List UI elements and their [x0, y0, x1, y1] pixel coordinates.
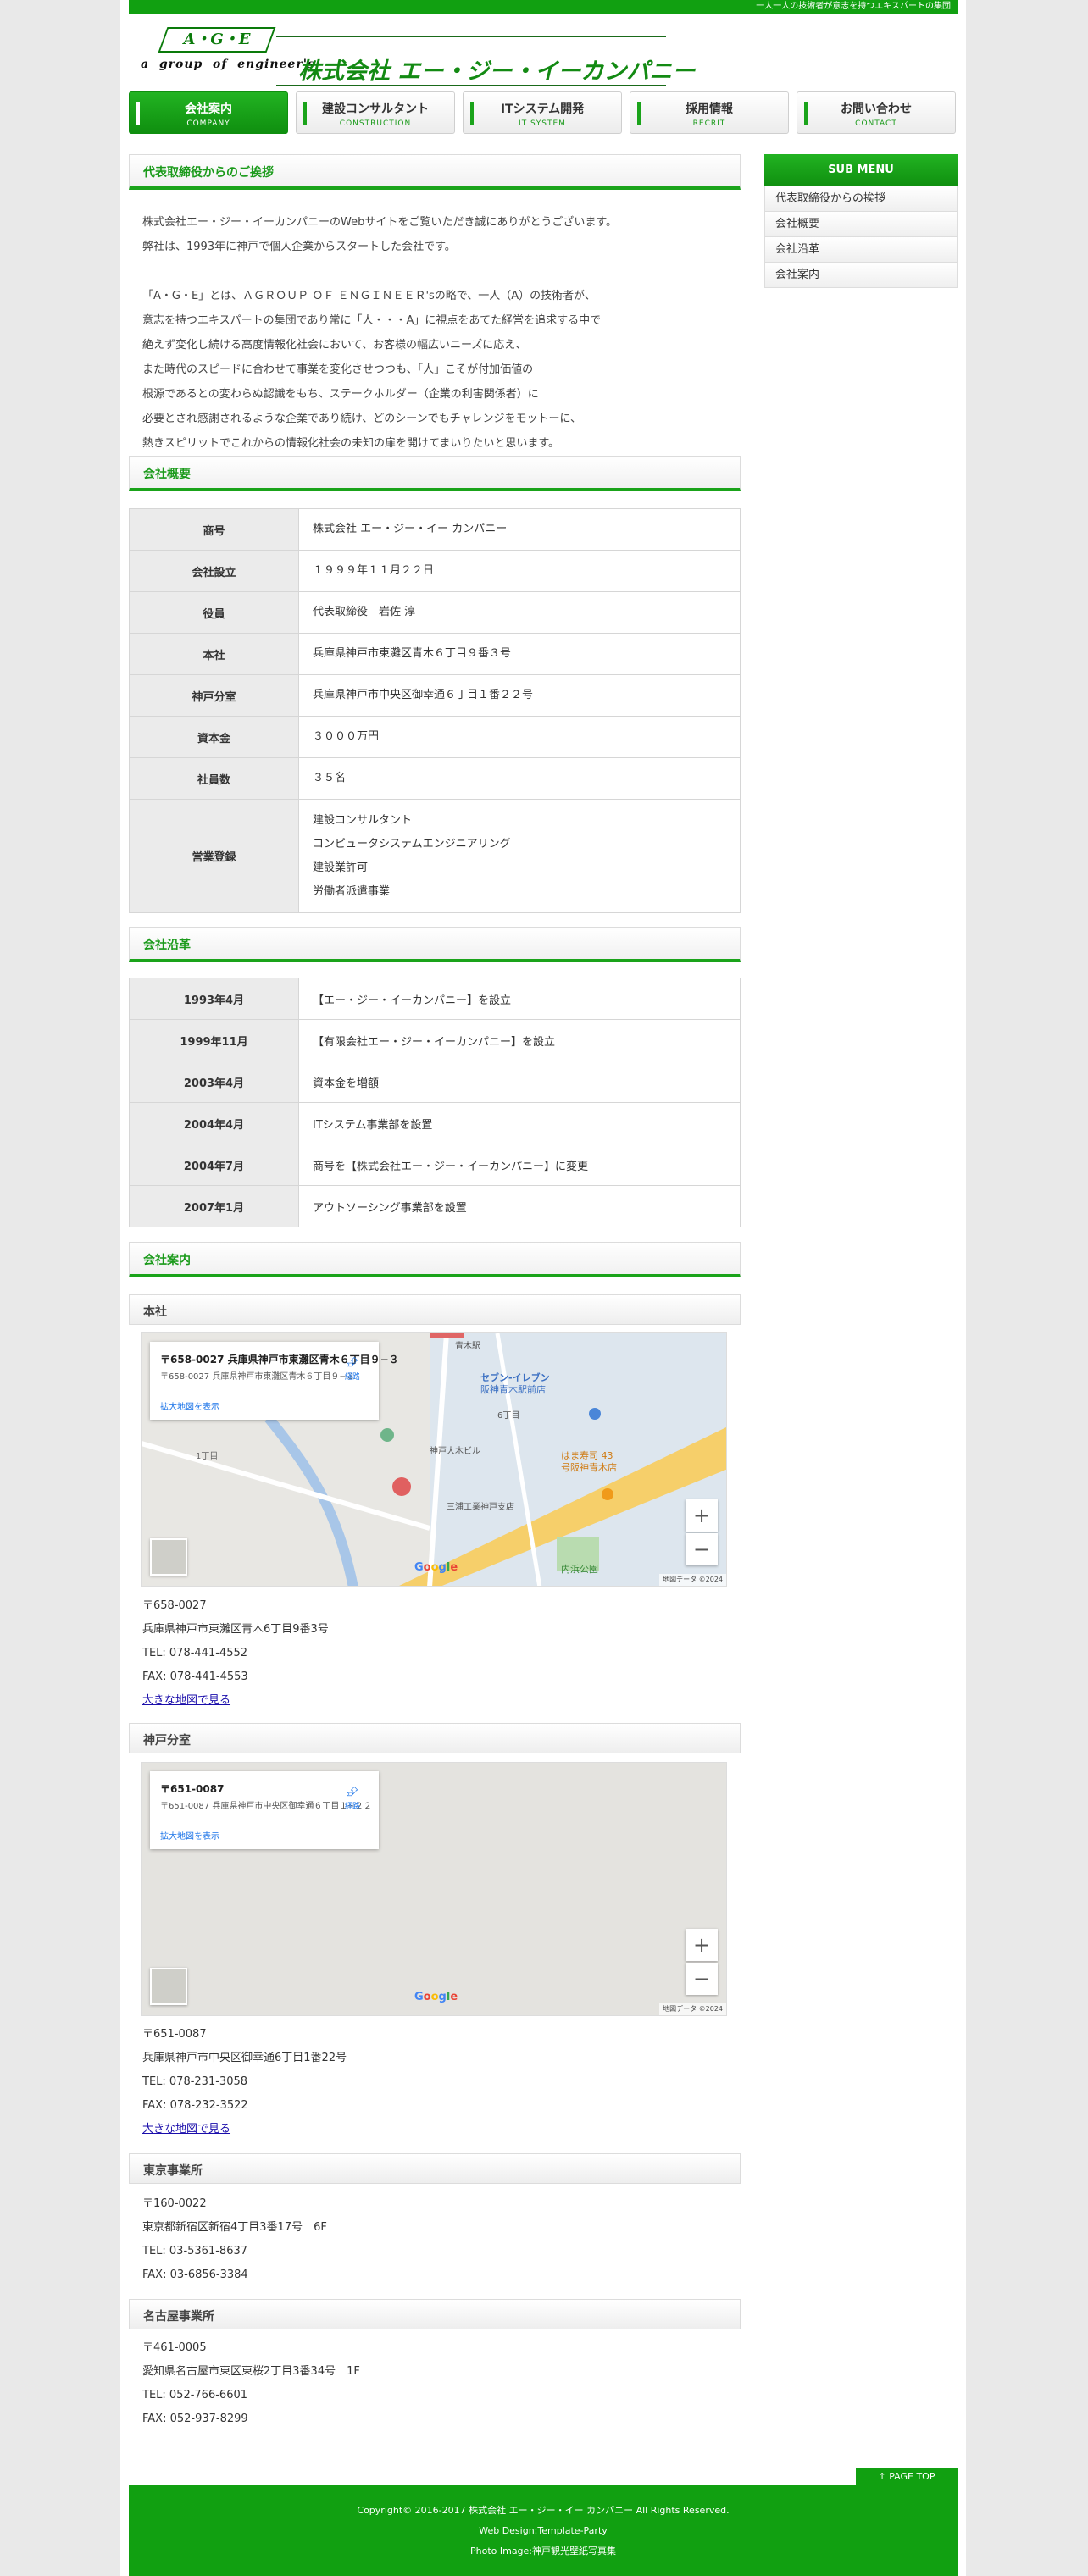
nav-recruit[interactable]: 採用情報 RECRIT: [630, 91, 789, 134]
table-row: 2004年4月 ITシステム事業部を設置: [129, 1102, 741, 1144]
map-label: 三浦工業神戸支店: [447, 1503, 514, 1512]
section-heading-overview: 会社概要: [129, 456, 741, 491]
table-row: 2003年4月 資本金を増額: [129, 1061, 741, 1103]
greeting-text: 株式会社エー・ジー・イーカンパニーのWebサイトをご覧いただき誠にありがとうござ…: [142, 216, 618, 450]
logo-rule-bottom: [276, 85, 666, 86]
table-row: 社員数 ３５名: [129, 757, 741, 800]
sub-menu-item-greeting[interactable]: 代表取締役からの挨拶: [764, 186, 958, 212]
zoom-out-button[interactable]: −: [686, 1533, 718, 1565]
nav-construction[interactable]: 建設コンサルタント CONSTRUCTION: [296, 91, 455, 134]
subheading-hq: 本社: [129, 1294, 741, 1325]
map-info-card: 〒658-0027 兵庫県神戸市東灘区青木６丁目９−３ 〒658-0027 兵庫…: [150, 1342, 399, 1420]
sub-menu-item-offices[interactable]: 会社案内: [764, 263, 958, 288]
directions-icon[interactable]: ⮵ 経路: [341, 1354, 364, 1382]
map-hq[interactable]: セブン-イレブン 阪神青木駅前店 青木駅 6丁目 はま寿司 43 号阪神青木店 …: [141, 1332, 727, 1587]
map-info-card: 〒651-0087 〒651-0087 兵庫県神戸市中央区御幸通６丁目１−２２ …: [150, 1771, 379, 1849]
table-row: 2007年1月 アウトソーシング事業部を設置: [129, 1185, 741, 1227]
nav-it-system[interactable]: ITシステム開発 IT SYSTEM: [463, 91, 622, 134]
subheading-nagoya: 名古屋事業所: [129, 2299, 741, 2329]
google-logo: Google: [414, 1991, 458, 2003]
design-credit[interactable]: Web Design:Template-Party: [129, 2521, 958, 2541]
section-heading-greeting: 代表取締役からのご挨拶: [129, 154, 741, 190]
kobe-large-map-link[interactable]: 大きな地図で見る: [142, 2123, 230, 2136]
map-label: 阪神青木駅前店: [480, 1384, 546, 1395]
site-logo[interactable]: A・G・E a group of engineer's 株式会社 エー・ジー・イ…: [141, 24, 695, 86]
map-type-toggle[interactable]: [150, 1968, 187, 2005]
logo-subtitle: a group of engineer's: [141, 58, 315, 71]
table-row: 営業登録 建設コンサルタント コンピュータシステムエンジニアリング 建設業許可 労働者…: [129, 799, 741, 913]
sub-menu-item-overview[interactable]: 会社概要: [764, 212, 958, 237]
kobe-address-block: 〒651-0087 兵庫県神戸市中央区御幸通6丁目1番22号 TEL: 078-…: [142, 2028, 347, 2136]
google-logo: Google: [414, 1561, 458, 1574]
table-row: 神戸分室 兵庫県神戸市中央区御幸通６丁目１番２２号: [129, 674, 741, 717]
history-table: 1993年4月 【エー・ジー・イーカンパニー】を設立 1999年11月 【有限会社エ…: [129, 978, 741, 1227]
tokyo-address-block: 〒160-0022 東京都新宿区新宿4丁目3番17号 6F TEL: 03-53…: [142, 2197, 327, 2281]
map-label: 号阪神青木店: [561, 1462, 617, 1473]
table-row: 1999年11月 【有限会社エー・ジー・イーカンパニー】を設立: [129, 1019, 741, 1061]
subheading-tokyo: 東京事業所: [129, 2153, 741, 2184]
subheading-kobe: 神戸分室: [129, 1723, 741, 1753]
hq-large-map-link[interactable]: 大きな地図で見る: [142, 1694, 230, 1707]
photo-credit[interactable]: Photo Image:神戸観光壁紙写真集: [129, 2541, 958, 2562]
zoom-in-button[interactable]: +: [686, 1929, 718, 1961]
directions-icon[interactable]: ⮵ 経路: [341, 1783, 364, 1811]
hq-address-block: 〒658-0027 兵庫県神戸市東灘区青木6丁目9番3号 TEL: 078-44…: [142, 1599, 329, 1707]
overview-table: 商号 株式会社 エー・ジー・イー カンパニー 会社設立 １９９９年１１月２２日 役員…: [129, 508, 741, 913]
map-label: 6丁目: [497, 1411, 520, 1421]
map-label: 内浜公園: [561, 1564, 598, 1575]
table-row: 1993年4月 【エー・ジー・イーカンパニー】を設立: [129, 978, 741, 1020]
table-row: 役員 代表取締役 岩佐 淳: [129, 591, 741, 634]
map-enlarge-link[interactable]: 拡大地図を表示: [160, 1399, 219, 1412]
map-label: 1丁目: [196, 1452, 219, 1461]
global-nav: 会社案内 COMPANY 建設コンサルタント CONSTRUCTION ITシス…: [129, 91, 958, 136]
nav-contact[interactable]: お問い合わせ CONTACT: [797, 91, 956, 134]
section-heading-history: 会社沿革: [129, 927, 741, 962]
map-type-toggle[interactable]: [150, 1538, 187, 1576]
footer: Copyright© 2016-2017 株式会社 エー・ジー・イー カンパニー…: [129, 2485, 958, 2576]
map-enlarge-link[interactable]: 拡大地図を表示: [160, 1829, 219, 1842]
company-name: 株式会社 エー・ジー・イーカンパニー: [298, 58, 696, 85]
table-row: 2004年7月 商号を【株式会社エー・ジー・イーカンパニー】に変更: [129, 1144, 741, 1186]
page: 一人一人の技術者が意志を持つエキスパートの集団 A・G・E a group of…: [120, 0, 966, 2576]
map-kobe[interactable]: 〒651-0087 〒651-0087 兵庫県神戸市中央区御幸通６丁目１−２２ …: [141, 1762, 727, 2016]
table-row: 資本金 ３０００万円: [129, 716, 741, 758]
logo-mark: A・G・E: [158, 27, 276, 53]
table-row: 本社 兵庫県神戸市東灘区青木６丁目９番３号: [129, 633, 741, 675]
map-label: 青木駅: [455, 1342, 480, 1351]
sub-menu-item-history[interactable]: 会社沿革: [764, 237, 958, 263]
sub-menu: SUB MENU 代表取締役からの挨拶 会社概要 会社沿革 会社案内: [764, 154, 958, 288]
top-tagline: 一人一人の技術者が意志を持つエキスパートの集団: [129, 0, 958, 14]
zoom-in-button[interactable]: +: [686, 1499, 718, 1532]
sub-menu-title: SUB MENU: [764, 154, 958, 186]
map-attribution[interactable]: 地図データ ©2024: [659, 1574, 726, 1586]
table-row: 会社設立 １９９９年１１月２２日: [129, 550, 741, 592]
page-top-button[interactable]: ↑ PAGE TOP: [856, 2468, 958, 2485]
zoom-out-button[interactable]: −: [686, 1963, 718, 1995]
nagoya-address-block: 〒461-0005 愛知県名古屋市東区東桜2丁目3番34号 1F TEL: 05…: [142, 2341, 360, 2425]
table-row: 商号 株式会社 エー・ジー・イー カンパニー: [129, 508, 741, 551]
logo-rule: [276, 36, 666, 37]
map-attribution[interactable]: 地図データ ©2024: [659, 2003, 726, 2015]
copyright: Copyright© 2016-2017 株式会社 エー・ジー・イー カンパニー…: [357, 2505, 730, 2516]
nav-company[interactable]: 会社案内 COMPANY: [129, 91, 288, 134]
section-heading-offices: 会社案内: [129, 1242, 741, 1277]
map-label: 神戸大木ビル: [430, 1447, 480, 1456]
